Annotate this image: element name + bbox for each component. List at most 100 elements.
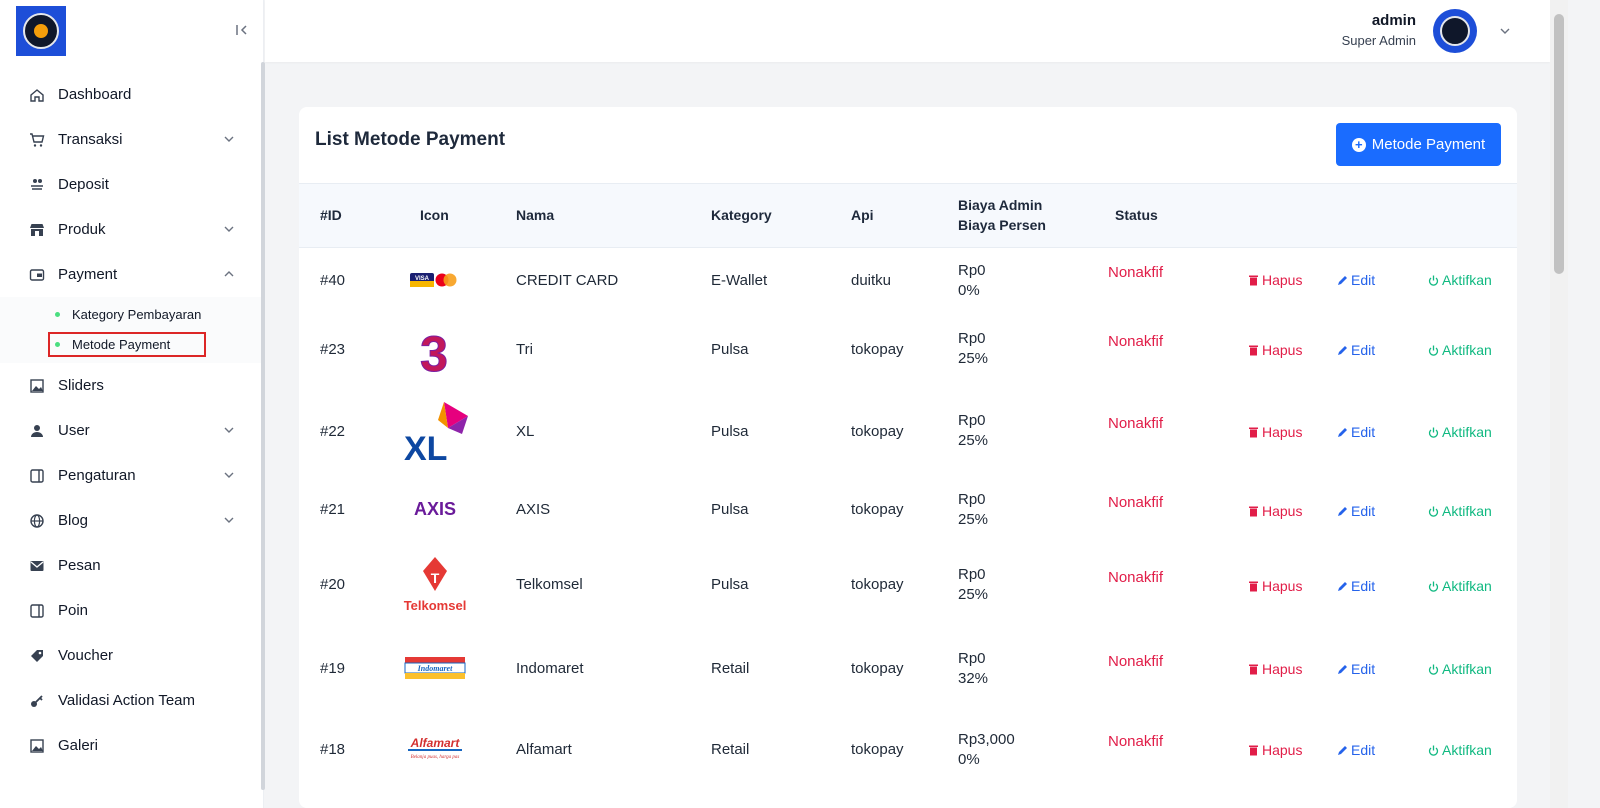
store-icon <box>28 221 46 239</box>
pencil-icon <box>1338 664 1347 674</box>
chevron-down-icon <box>224 427 234 433</box>
sidebar-subitem-metode-payment[interactable]: Metode Payment <box>0 329 261 359</box>
sidebar-item-payment[interactable]: Payment <box>0 252 261 297</box>
edit-button[interactable]: Edit <box>1337 272 1375 288</box>
cell-biaya-persen: 25% <box>958 586 989 603</box>
edit-button[interactable]: Edit <box>1337 661 1375 677</box>
scrollbar-thumb[interactable] <box>1554 14 1564 274</box>
col-nama: Nama <box>516 207 555 223</box>
hapus-button[interactable]: Hapus <box>1248 272 1302 288</box>
cell-nama: Indomaret <box>516 660 584 677</box>
aktifkan-button[interactable]: Aktifkan <box>1428 503 1492 519</box>
edit-button[interactable]: Edit <box>1337 578 1375 594</box>
avatar[interactable] <box>1433 9 1477 53</box>
sidebar-item-label: Transaksi <box>58 131 123 148</box>
cell-biaya-admin: Rp0 <box>958 412 986 429</box>
sidebar-item-validasi-action-team[interactable]: Validasi Action Team <box>0 678 261 723</box>
sidebar-item-user[interactable]: User <box>0 408 261 453</box>
telkomsel-logo-icon: T Telkomsel <box>399 555 471 615</box>
telkomsel-logo-text: Telkomsel <box>404 598 467 613</box>
sidebar-item-poin[interactable]: Poin <box>0 588 261 633</box>
pencil-icon <box>1338 427 1347 437</box>
cell-api: tokopay <box>851 741 904 758</box>
table-row: #21 AXIS AXIS Pulsa tokopay Rp0 25% Nona… <box>299 473 1517 549</box>
cell-biaya-persen: 25% <box>958 511 989 528</box>
cell-id: #23 <box>320 341 346 358</box>
aktifkan-button[interactable]: Aktifkan <box>1428 578 1492 594</box>
sidebar-item-label: Dashboard <box>58 86 132 103</box>
cell-kategory: Pulsa <box>711 423 749 440</box>
cell-kategory: Pulsa <box>711 341 749 358</box>
add-payment-method-button[interactable]: + Metode Payment <box>1336 123 1501 166</box>
hapus-button[interactable]: Hapus <box>1248 661 1302 677</box>
indomaret-logo-text: Indomaret <box>417 664 453 673</box>
sidebar-item-produk[interactable]: Produk <box>0 207 261 252</box>
sidebar-item-voucher[interactable]: Voucher <box>0 633 261 678</box>
svg-text:T: T <box>431 570 440 586</box>
pencil-icon <box>1338 745 1347 755</box>
sidebar-item-label: Poin <box>58 602 89 619</box>
user-name: admin <box>1371 12 1416 29</box>
chevron-down-icon[interactable] <box>1498 24 1512 38</box>
tri-logo-icon: 3 <box>411 323 457 379</box>
status-badge: Nonakfif <box>1108 569 1164 586</box>
table-row: #22 XL XL Pulsa tokopay Rp0 25% Nonakfif… <box>299 391 1517 473</box>
power-icon <box>1428 427 1439 438</box>
xl-logo-text: XL <box>404 430 447 464</box>
indomaret-logo-icon: Indomaret <box>403 653 467 685</box>
sidebar-item-pengaturan[interactable]: Pengaturan <box>0 453 261 498</box>
sidebar-scrollbar[interactable] <box>261 62 265 790</box>
hapus-button[interactable]: Hapus <box>1248 424 1302 440</box>
sidebar-item-sliders[interactable]: Sliders <box>0 363 261 408</box>
sidebar-item-label: Sliders <box>58 377 104 394</box>
cell-api: tokopay <box>851 501 904 518</box>
sidebar-item-label: Galeri <box>58 737 99 754</box>
status-badge: Nonakfif <box>1108 653 1164 670</box>
table-row: #18 Alfamart Belanja puas, harga pas Alfa… <box>299 707 1517 797</box>
sidebar-item-transaksi[interactable]: Transaksi <box>0 117 261 162</box>
sidebar-item-galeri[interactable]: Galeri <box>0 723 261 768</box>
sidebar-item-label: Pesan <box>58 557 101 574</box>
globe-icon <box>28 512 46 530</box>
hapus-button[interactable]: Hapus <box>1248 342 1302 358</box>
aktifkan-button[interactable]: Aktifkan <box>1428 424 1492 440</box>
panel-icon <box>28 602 46 620</box>
sidebar-item-dashboard[interactable]: Dashboard <box>0 72 261 117</box>
status-badge: Nonakfif <box>1108 494 1164 511</box>
aktifkan-button[interactable]: Aktifkan <box>1428 342 1492 358</box>
hapus-button[interactable]: Hapus <box>1248 742 1302 758</box>
aktifkan-button[interactable]: Aktifkan <box>1428 272 1492 288</box>
sidebar-item-pesan[interactable]: Pesan <box>0 543 261 588</box>
app-logo[interactable] <box>16 6 66 56</box>
xl-logo-icon: XL <box>399 399 471 465</box>
sidebar-subitem-kategory-pembayaran[interactable]: Kategory Pembayaran <box>0 299 261 329</box>
cell-biaya-admin: Rp0 <box>958 491 986 508</box>
power-icon <box>1428 745 1439 756</box>
trash-icon <box>1249 745 1258 756</box>
pencil-icon <box>1338 506 1347 516</box>
page-scrollbar[interactable] <box>1550 0 1568 808</box>
edit-button[interactable]: Edit <box>1337 342 1375 358</box>
key-icon <box>28 692 46 710</box>
hapus-button[interactable]: Hapus <box>1248 578 1302 594</box>
edit-button[interactable]: Edit <box>1337 503 1375 519</box>
axis-logo-text: AXIS <box>414 499 456 519</box>
edit-button[interactable]: Edit <box>1337 742 1375 758</box>
power-icon <box>1428 664 1439 675</box>
sidebar-item-blog[interactable]: Blog <box>0 498 261 543</box>
aktifkan-button[interactable]: Aktifkan <box>1428 661 1492 677</box>
pencil-icon <box>1338 275 1347 285</box>
trash-icon <box>1249 664 1258 675</box>
cell-biaya-admin: Rp0 <box>958 566 986 583</box>
edit-button[interactable]: Edit <box>1337 424 1375 440</box>
hapus-button[interactable]: Hapus <box>1248 503 1302 519</box>
cell-api: tokopay <box>851 341 904 358</box>
mail-icon <box>28 557 46 575</box>
sidebar-item-deposit[interactable]: Deposit <box>0 162 261 207</box>
col-id: #ID <box>320 207 342 223</box>
aktifkan-button[interactable]: Aktifkan <box>1428 742 1492 758</box>
table-row: #19 Indomaret Indomaret Retail tokopay R… <box>299 627 1517 707</box>
sidebar-item-label: User <box>58 422 90 439</box>
cell-kategory: E-Wallet <box>711 272 768 289</box>
collapse-sidebar-icon[interactable] <box>232 20 252 40</box>
